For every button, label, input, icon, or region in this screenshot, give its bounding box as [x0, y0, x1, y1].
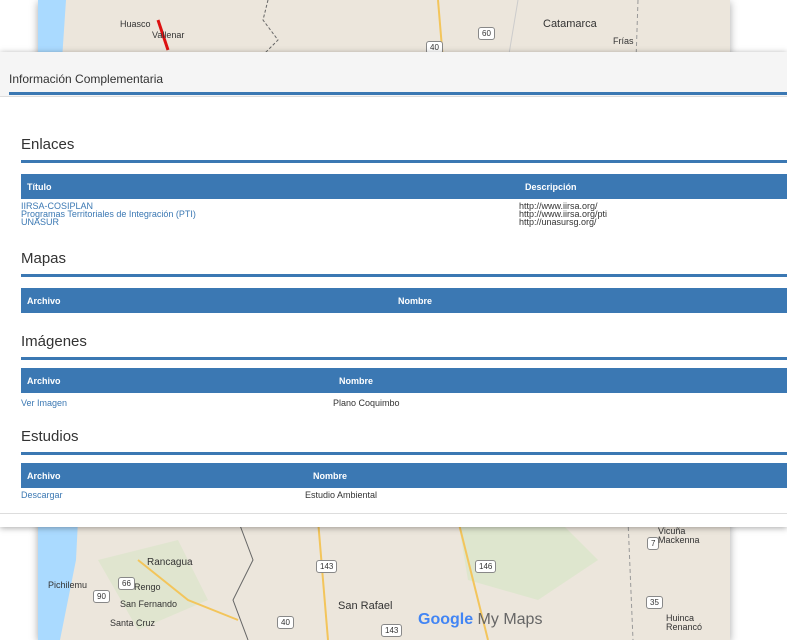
column-header-descripcion: Descripción	[525, 182, 577, 192]
table-header-enlaces: Título Descripción	[21, 174, 787, 199]
column-header-nombre: Nombre	[339, 376, 374, 386]
link-descargar[interactable]: Descargar	[21, 491, 63, 500]
section-title-mapas: Mapas	[21, 250, 67, 267]
info-panel: Información Complementaria Enlaces Títul…	[0, 52, 787, 527]
section-title-enlaces: Enlaces	[21, 136, 75, 153]
section-title-estudios: Estudios	[21, 428, 79, 445]
panel-title: Información Complementaria	[9, 72, 164, 86]
link-ver-imagen[interactable]: Ver Imagen	[21, 399, 67, 408]
road-shield-60: 60	[478, 27, 495, 40]
section-divider-enlaces	[21, 160, 787, 163]
map-label-san-rafael: San Rafael	[338, 600, 393, 612]
map-label-huasco: Huasco	[120, 19, 151, 29]
map-label-huinca-renanco: Huinca Renancó	[666, 613, 703, 632]
column-header-archivo: Archivo	[27, 376, 61, 386]
map-label-rancagua: Rancagua	[147, 557, 193, 568]
road-shield-143-a: 143	[316, 560, 338, 573]
section-divider-imagenes	[21, 357, 787, 360]
map-label-rengo: Rengo	[134, 582, 161, 592]
column-header-archivo: Archivo	[27, 471, 61, 481]
road-shield-146: 146	[475, 560, 497, 573]
section-divider-estudios	[21, 452, 787, 455]
column-header-nombre: Nombre	[313, 471, 348, 481]
study-name: Estudio Ambiental	[305, 490, 378, 500]
section-title-imagenes: Imágenes	[21, 333, 87, 350]
road-shield-35: 35	[646, 596, 663, 609]
description-unasur: http://unasursg.org/	[519, 217, 597, 227]
column-header-archivo: Archivo	[27, 296, 61, 306]
map-label-san-fernando: San Fernando	[120, 599, 178, 609]
map-label-vicuna-mackenna: Vicuña Mackenna	[658, 526, 700, 545]
map-label-vallenar: Vallenar	[152, 30, 185, 40]
map-label-catamarca: Catamarca	[543, 18, 597, 30]
map-label-santa-cruz: Santa Cruz	[110, 618, 156, 628]
road-shield-143-b: 143	[381, 624, 403, 637]
column-header-nombre: Nombre	[398, 296, 433, 306]
map-label-pichilemu: Pichilemu	[48, 580, 88, 590]
image-name: Plano Coquimbo	[333, 398, 400, 408]
panel-header: Información Complementaria	[0, 52, 787, 97]
road-shield-90: 90	[93, 590, 110, 603]
section-divider-mapas	[21, 274, 787, 277]
google-my-maps-logo[interactable]: Google My Maps	[418, 611, 542, 629]
map-label-frias: Frías	[613, 36, 634, 46]
table-header-imagenes: Archivo Nombre	[21, 368, 787, 393]
panel-title-divider	[9, 92, 787, 95]
table-header-estudios: Archivo Nombre	[21, 463, 787, 488]
column-header-titulo: Título	[27, 182, 52, 192]
table-header-mapas: Archivo Nombre	[21, 288, 787, 313]
panel-bottom-divider	[0, 513, 787, 514]
link-unasur[interactable]: UNASUR	[21, 218, 59, 227]
road-shield-40-bottom: 40	[277, 616, 294, 629]
road-shield-66: 66	[118, 577, 135, 590]
